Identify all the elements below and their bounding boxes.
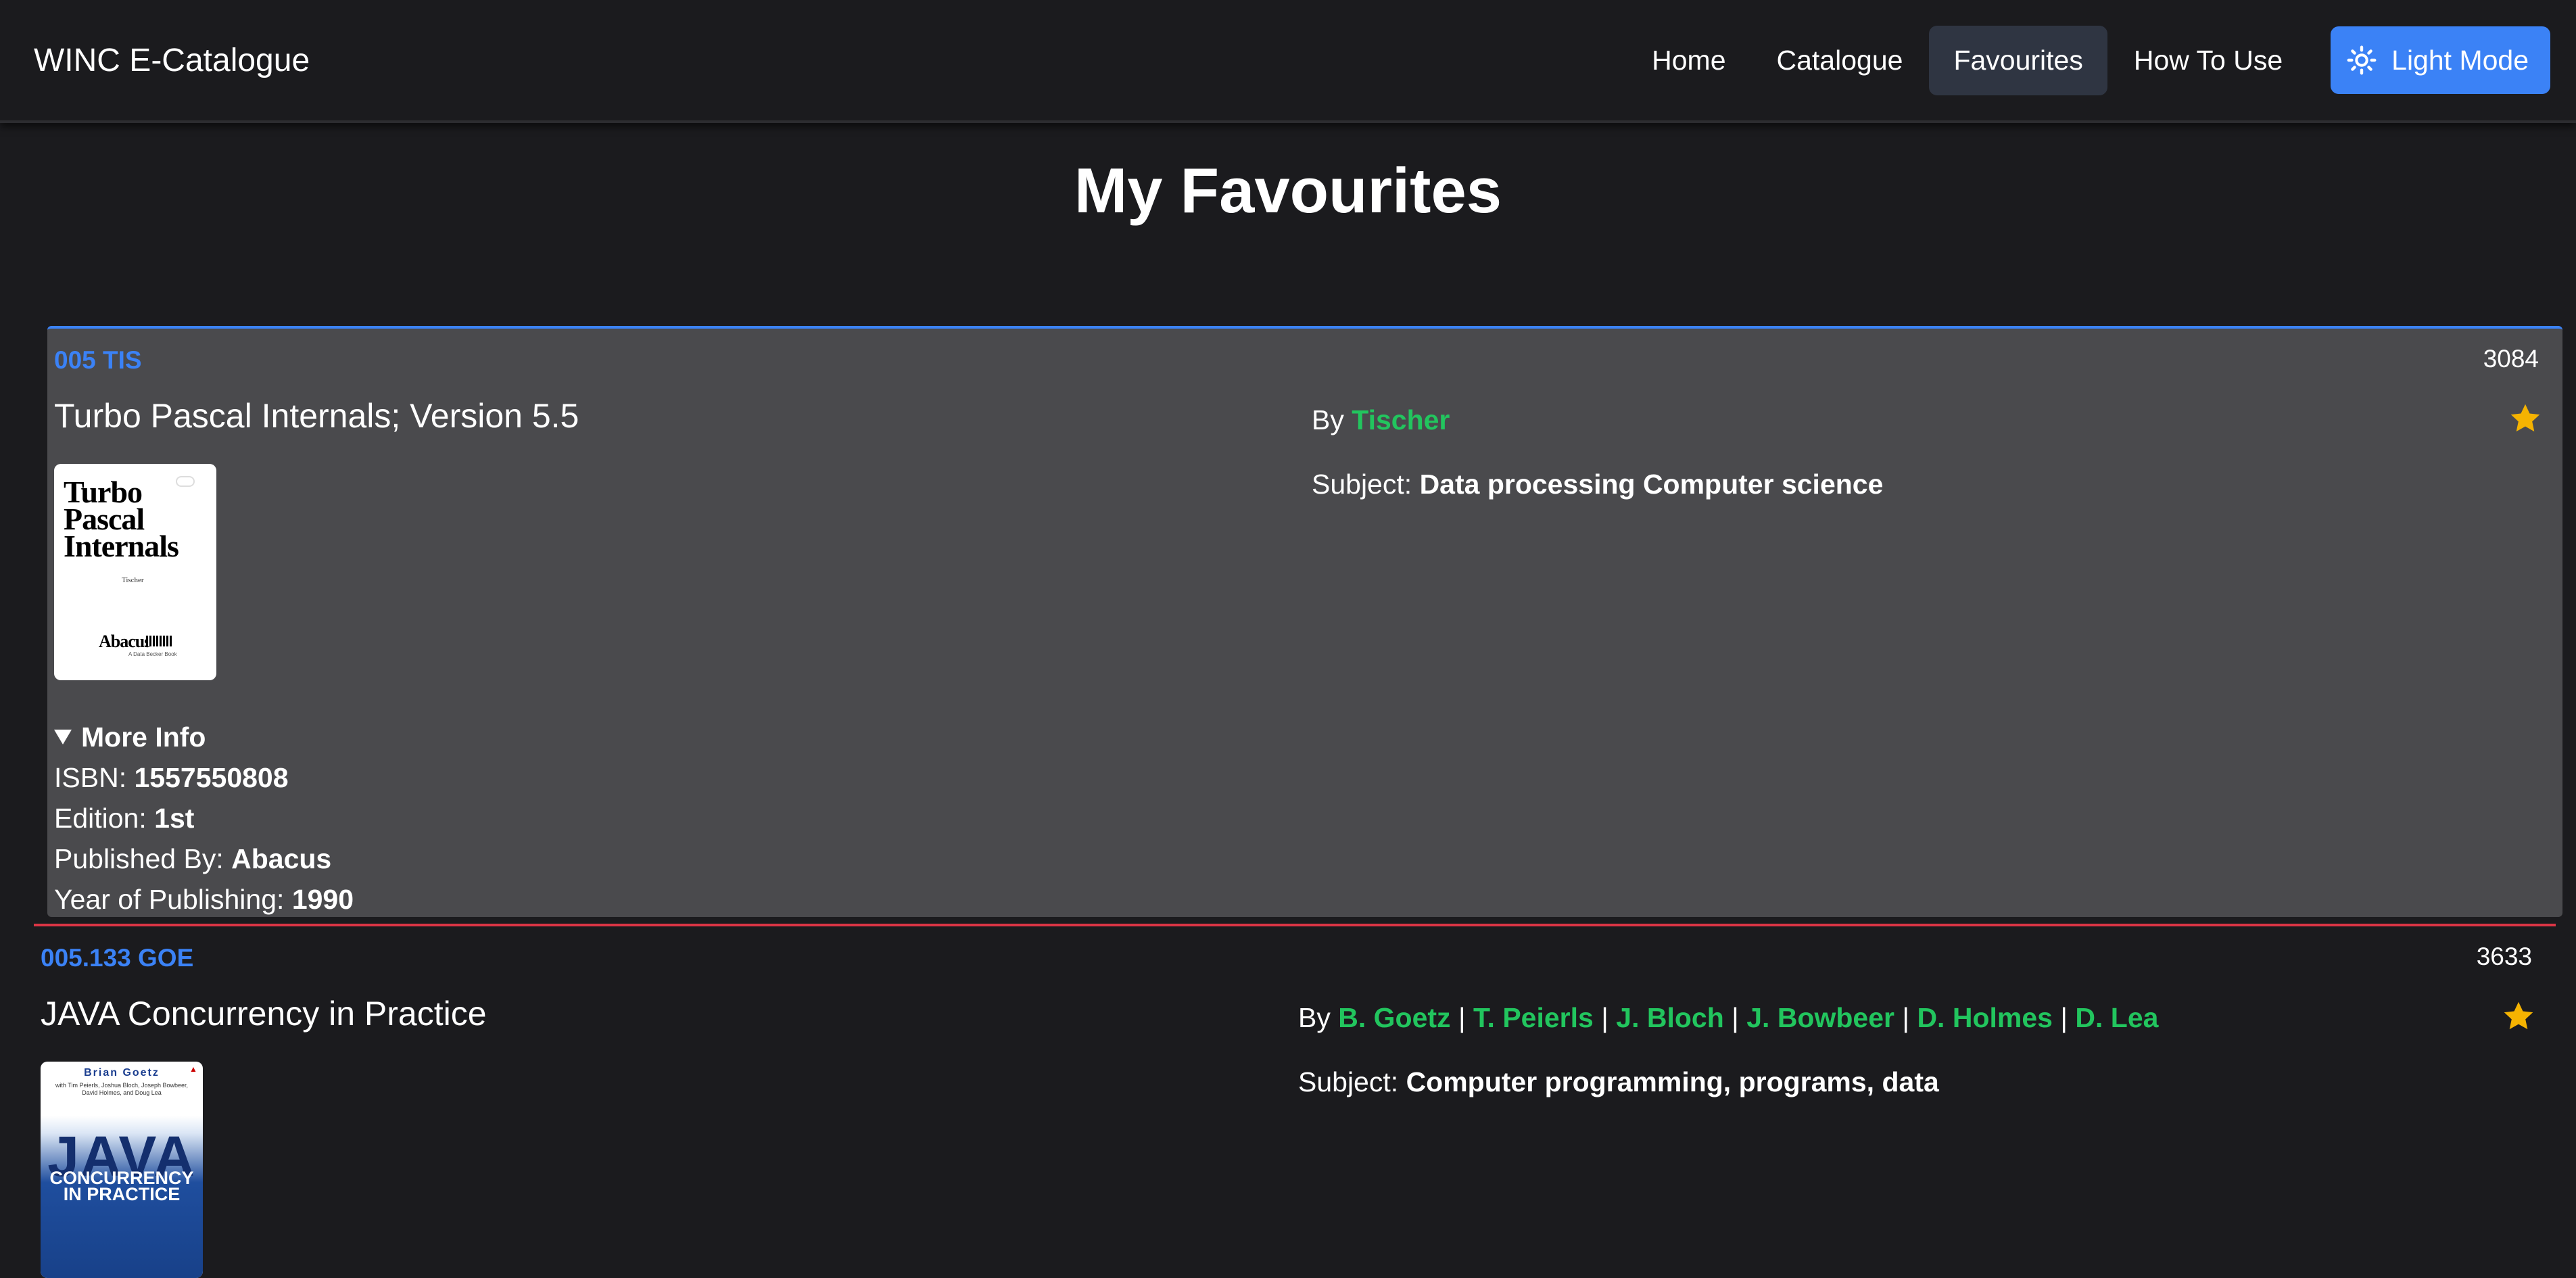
sun-icon: [2347, 45, 2377, 75]
star-icon[interactable]: [2508, 402, 2542, 435]
author-link[interactable]: J. Bloch: [1616, 1002, 1723, 1033]
accession-number: 3633: [2476, 943, 2532, 970]
cover-author: Brian Goetz: [84, 1067, 160, 1079]
call-number: 005.133 GOE: [41, 944, 194, 972]
by-label: By: [1298, 1002, 1331, 1033]
nav-catalogue-link[interactable]: Catalogue: [1752, 26, 1928, 95]
page-title: My Favourites: [1074, 155, 1502, 226]
book-card: 005 TIS 3084 Turbo Pascal Internals; Ver…: [47, 326, 2562, 917]
cover-decoration: [176, 476, 195, 487]
book-title[interactable]: Turbo Pascal Internals; Version 5.5: [54, 396, 579, 435]
subject-value: Data processing Computer science: [1419, 469, 1884, 500]
cover-subtitle: CONCURRENCY IN PRACTICE: [49, 1168, 194, 1204]
cover-author: Tischer: [122, 576, 144, 584]
publisher-value: Abacus: [231, 843, 332, 874]
subject-label: Subject:: [1298, 1066, 1399, 1097]
nav-favourites-link[interactable]: Favourites: [1929, 25, 2107, 95]
edition-row: Edition: 1st: [54, 803, 195, 834]
book-card: 005.133 GOE 3633 JAVA Concurrency in Pra…: [34, 924, 2556, 1278]
author-link[interactable]: D. Holmes: [1917, 1002, 2053, 1033]
cover-publisher-sub: A Data Becker Book: [128, 651, 177, 657]
more-info-label: More Info: [81, 721, 206, 753]
cover-publisher: Abacus: [99, 632, 151, 651]
author-separator: |: [2060, 1002, 2068, 1033]
author-link[interactable]: J. Bowbeer: [1746, 1002, 1894, 1033]
nav-links: Home Catalogue Favourites How To Use Lig…: [1625, 25, 2550, 95]
light-mode-label: Light Mode: [2391, 44, 2529, 76]
subject-line: Subject: Computer programming, programs,…: [1298, 1066, 1939, 1098]
author-link[interactable]: Tischer: [1352, 404, 1450, 435]
authors-line: By B. Goetz | T. Peierls | J. Bloch | J.…: [1298, 1002, 2158, 1034]
author-separator: |: [1458, 1002, 1466, 1033]
subject-value: Computer programming, programs, data: [1406, 1066, 1939, 1097]
nav-home-link[interactable]: Home: [1627, 26, 1750, 95]
cover-barcode: [146, 636, 173, 646]
by-label: By: [1312, 404, 1344, 435]
book-cover-image: Turbo Pascal Internals Tischer Abacus A …: [54, 464, 216, 680]
isbn-row: ISBN: 1557550808: [54, 762, 289, 793]
cover-contributors: with Tim Peierls, Joshua Bloch, Joseph B…: [55, 1082, 189, 1096]
more-info-toggle[interactable]: More Info: [54, 717, 354, 757]
author-separator: |: [1732, 1002, 1739, 1033]
edition-value: 1st: [154, 803, 195, 834]
author-link[interactable]: T. Peierls: [1473, 1002, 1594, 1033]
year-value: 1990: [291, 884, 354, 915]
subject-label: Subject:: [1312, 469, 1412, 500]
nav-how-to-use-link[interactable]: How To Use: [2109, 26, 2307, 95]
publisher-row: Published By: Abacus: [54, 843, 332, 874]
cover-title: Turbo Pascal Internals: [64, 475, 179, 563]
author-separator: |: [1601, 1002, 1608, 1033]
navbar: WINC E-Catalogue Home Catalogue Favourit…: [0, 0, 2576, 123]
isbn-value: 1557550808: [134, 762, 289, 793]
call-number: 005 TIS: [54, 346, 142, 374]
accession-number: 3084: [2483, 345, 2539, 373]
more-info-details: More Info ISBN: 1557550808 Edition: 1st …: [54, 717, 354, 920]
book-title[interactable]: JAVA Concurrency in Practice: [41, 994, 487, 1033]
author-link[interactable]: D. Lea: [2075, 1002, 2158, 1033]
star-icon[interactable]: [2502, 999, 2535, 1033]
author-separator: |: [1902, 1002, 1910, 1033]
author-link[interactable]: B. Goetz: [1338, 1002, 1450, 1033]
caret-down-icon: [54, 730, 72, 744]
brand-link[interactable]: WINC E-Catalogue: [34, 42, 310, 79]
year-row: Year of Publishing: 1990: [54, 884, 354, 915]
subject-line: Subject: Data processing Computer scienc…: [1312, 469, 1883, 500]
light-mode-button[interactable]: Light Mode: [2331, 26, 2550, 94]
authors-line: By Tischer: [1312, 404, 1450, 436]
book-cover-image: ▲ Brian Goetz with Tim Peierls, Joshua B…: [41, 1062, 203, 1278]
